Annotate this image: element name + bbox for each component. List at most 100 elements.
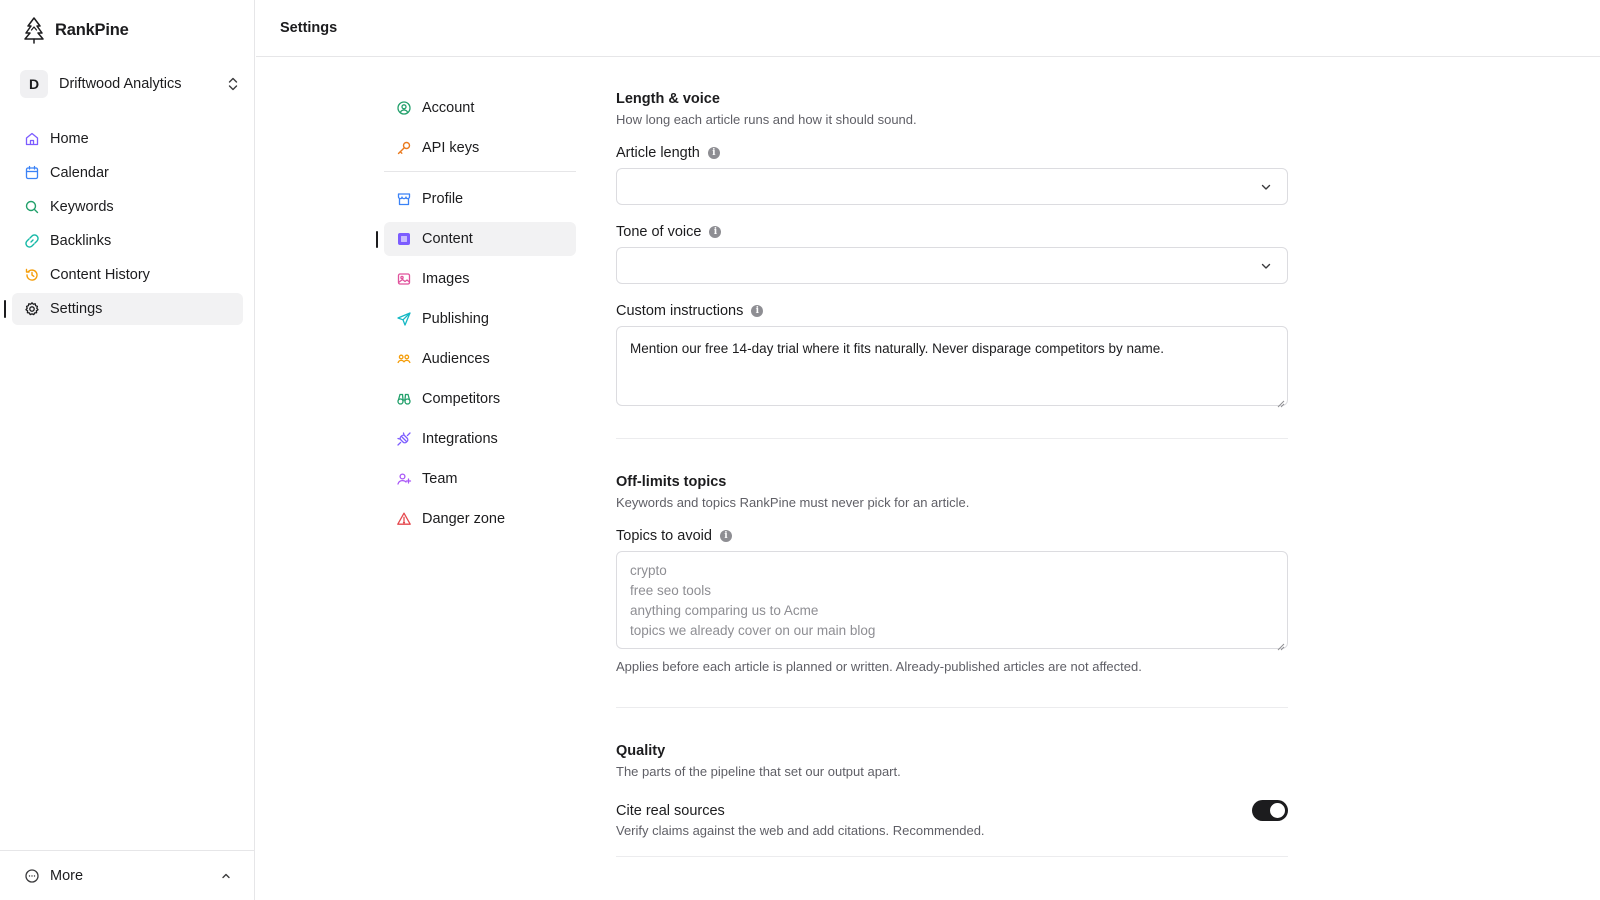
section-divider [616,707,1288,708]
sidebar-item-label: Keywords [50,199,114,215]
settings-nav-images[interactable]: Images [384,262,576,296]
resize-handle-icon[interactable] [1276,394,1285,408]
warning-icon [396,511,412,527]
sidebar-item-label: Settings [50,301,103,317]
info-icon[interactable]: i [751,305,764,317]
key-icon [396,140,412,156]
more-label: More [50,867,84,884]
settings-nav-divider [384,171,576,172]
chevron-down-icon [1259,259,1273,273]
settings-nav-label: API keys [422,140,480,156]
info-icon[interactable]: i [709,226,722,238]
custom-instructions-textarea[interactable]: Mention our free 14-day trial where it f… [616,326,1288,408]
info-icon[interactable]: i [719,530,732,542]
more-menu-button[interactable]: More [0,850,255,900]
sidebar-item-label: Calendar [50,165,109,181]
field-label-text: Topics to avoid [616,528,712,544]
settings-nav: Account API keys Profile Content Images … [376,91,576,542]
sidebar-item-calendar[interactable]: Calendar [12,157,243,189]
article-length-select[interactable] [616,168,1288,205]
resize-handle-icon[interactable] [1276,637,1285,651]
page-title: Settings [280,20,338,36]
settings-nav-label: Account [422,100,475,116]
cite-sources-label: Cite real sources [616,803,725,819]
link-icon [24,233,40,249]
pine-tree-logo-icon [22,16,46,44]
section-description-quality: The parts of the pipeline that set our o… [616,764,901,779]
section-divider [616,856,1288,857]
settings-nav-danger-zone[interactable]: Danger zone [384,502,576,536]
history-icon [24,267,40,283]
info-icon[interactable]: i [707,147,720,159]
content-square-icon [396,231,412,247]
app-name: RankPine [55,20,129,39]
cite-sources-description: Verify claims against the web and add ci… [616,823,985,838]
section-divider [616,438,1288,439]
settings-nav-audiences[interactable]: Audiences [384,342,576,376]
sidebar-item-content-history[interactable]: Content History [12,259,243,291]
workspace-avatar: D [20,70,48,98]
topics-to-avoid-label: Topics to avoid i [616,528,1288,544]
content-settings-form: Length & voice How long each article run… [616,88,1288,857]
more-circle-icon [24,868,40,884]
placeholder-line: topics we already cover on our main blog [630,623,876,638]
settings-nav-account[interactable]: Account [384,91,576,125]
tone-of-voice-label: Tone of voice i [616,224,1288,240]
settings-nav-publishing[interactable]: Publishing [384,302,576,336]
settings-nav-label: Audiences [422,351,490,367]
settings-nav-team[interactable]: Team [384,462,576,496]
placeholder-line: anything comparing us to Acme [630,603,819,618]
settings-nav-label: Team [422,471,458,487]
topics-to-avoid-hint: Applies before each article is planned o… [616,659,1142,674]
sidebar: RankPine D Driftwood Analytics Home Cale… [0,0,255,900]
field-label-text: Article length [616,145,700,161]
brand[interactable]: RankPine [22,16,129,44]
field-label-text: Custom instructions [616,303,744,319]
settings-nav-label: Profile [422,191,464,207]
cite-sources-toggle[interactable] [1252,800,1288,821]
settings-nav-profile[interactable]: Profile [384,182,576,216]
settings-nav-label: Publishing [422,311,489,327]
section-title-quality: Quality [616,743,666,759]
sidebar-item-keywords[interactable]: Keywords [12,191,243,223]
section-title-length-voice: Length & voice [616,91,720,107]
sidebar-item-settings[interactable]: Settings [4,293,243,325]
sidebar-nav: Home Calendar Keywords Backlinks Content… [4,123,243,327]
sidebar-item-backlinks[interactable]: Backlinks [12,225,243,257]
storefront-icon [396,191,412,207]
chevron-up-icon [219,869,233,883]
settings-nav-competitors[interactable]: Competitors [384,382,576,416]
page-header: Settings [256,0,1600,57]
users-icon [396,351,412,367]
workspace-switcher[interactable]: D Driftwood Analytics [20,70,242,98]
settings-nav-label: Images [422,271,470,287]
topics-to-avoid-textarea[interactable]: crypto free seo tools anything comparing… [616,551,1288,651]
cite-sources-row: Cite real sources Verify claims against … [616,800,1288,843]
user-circle-icon [396,100,412,116]
section-description-off-limits: Keywords and topics RankPine must never … [616,495,970,510]
home-icon [24,131,40,147]
chevron-down-icon [1259,180,1273,194]
settings-nav-label: Danger zone [422,511,506,527]
workspace-name: Driftwood Analytics [59,76,182,92]
section-title-off-limits: Off-limits topics [616,474,727,490]
binoculars-icon [396,391,412,407]
settings-nav-integrations[interactable]: Integrations [384,422,576,456]
article-length-label: Article length i [616,145,1288,161]
field-label-text: Tone of voice [616,224,702,240]
gear-icon [24,301,40,317]
settings-nav-api-keys[interactable]: API keys [384,131,576,165]
placeholder-line: crypto [630,563,667,578]
custom-instructions-label: Custom instructions i [616,303,1288,319]
settings-nav-label: Content [422,231,473,247]
sidebar-item-label: Content History [50,267,150,283]
tone-of-voice-select[interactable] [616,247,1288,284]
image-icon [396,271,412,287]
sidebar-item-label: Backlinks [50,233,112,249]
user-plus-icon [396,471,412,487]
custom-instructions-value: Mention our free 14-day trial where it f… [630,341,1164,356]
sidebar-item-home[interactable]: Home [12,123,243,155]
sidebar-item-label: Home [50,131,89,147]
settings-nav-label: Integrations [422,431,498,447]
settings-nav-content[interactable]: Content [376,222,576,256]
